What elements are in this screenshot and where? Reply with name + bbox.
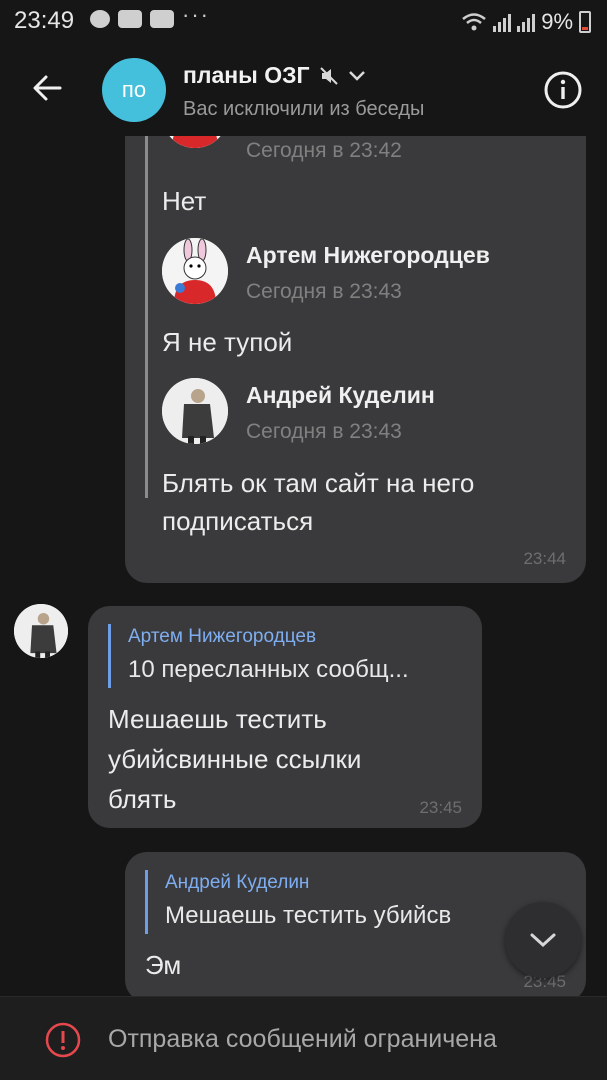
messages-icon	[90, 10, 110, 28]
forwarded-time: Сегодня в 23:43	[246, 280, 402, 303]
forwarded-author[interactable]: Андрей Куделин	[246, 382, 435, 409]
more-notifications-icon: ···	[182, 2, 210, 27]
chat-subtitle: Вас исключили из беседы	[183, 98, 425, 120]
forwarded-time: Сегодня в 23:43	[246, 420, 402, 443]
battery-percent: 9%	[541, 9, 573, 34]
forwarded-time: Сегодня в 23:42	[246, 139, 402, 162]
forwarded-text-line-2: подписаться	[162, 506, 314, 536]
youtube-icon	[150, 10, 174, 28]
scroll-to-bottom-button[interactable]	[505, 902, 581, 978]
reply-author[interactable]: Артем Нижегородцев	[128, 626, 316, 648]
composer-restricted-banner: Отправка сообщений ограничена	[0, 996, 607, 1080]
message-list[interactable]: Сегодня в 23:42 Нет Артем Нижегородцев С…	[0, 136, 607, 996]
message-text: Эм	[145, 950, 182, 980]
chat-title[interactable]: планы ОЗГ	[183, 62, 366, 89]
avatar	[162, 238, 228, 304]
message-text-line-2: убийсвинные ссылки	[108, 744, 362, 774]
status-bar: 23:49 ··· 9%	[0, 0, 607, 42]
message-time: 23:44	[523, 549, 566, 568]
avatar	[162, 136, 228, 148]
message-time: 23:45	[419, 798, 462, 817]
reply-preview[interactable]: Мешаешь тестить убийсв	[165, 902, 505, 930]
back-arrow-icon[interactable]	[28, 68, 68, 108]
forward-line	[145, 136, 148, 498]
message-bubble-forwarded[interactable]: Сегодня в 23:42 Нет Артем Нижегородцев С…	[125, 136, 586, 583]
message-text-line-1: Мешаешь тестить	[108, 704, 327, 734]
message-text-line-3: блять	[108, 784, 177, 814]
signal-icon	[493, 12, 512, 32]
reply-preview[interactable]: 10 пересланных сообщ...	[128, 656, 468, 684]
chevron-down-icon	[530, 933, 556, 948]
system-icons: 9%	[461, 9, 591, 35]
signal-icon-2	[517, 12, 536, 32]
restriction-text: Отправка сообщений ограничена	[108, 1025, 497, 1053]
chat-title-text: планы ОЗГ	[183, 62, 310, 88]
notification-icons: ···	[90, 2, 210, 28]
forwarded-text-line-1: Блять ок там сайт на него	[162, 468, 475, 498]
message-bubble-incoming[interactable]: Артем Нижегородцев 10 пересланных сообщ.…	[88, 606, 482, 828]
forwarded-author[interactable]: Артем Нижегородцев	[246, 242, 490, 269]
chat-avatar[interactable]: по	[102, 58, 166, 122]
forwarded-text: Я не тупой	[162, 327, 293, 357]
avatar	[162, 378, 228, 444]
battery-icon	[579, 11, 591, 33]
muted-icon	[319, 66, 338, 85]
status-time: 23:49	[14, 7, 75, 34]
wifi-icon	[462, 13, 486, 31]
chat-header: по планы ОЗГ Вас исключили из беседы	[0, 42, 607, 136]
warning-icon	[45, 1022, 81, 1058]
forwarded-text: Нет	[162, 186, 207, 216]
info-icon[interactable]	[543, 70, 583, 110]
reply-bar	[108, 624, 111, 688]
reply-author[interactable]: Андрей Куделин	[165, 872, 309, 894]
gallery-icon	[118, 10, 142, 28]
reply-bar	[145, 870, 148, 934]
chevron-down-icon	[348, 70, 365, 81]
sender-avatar[interactable]	[14, 604, 68, 658]
